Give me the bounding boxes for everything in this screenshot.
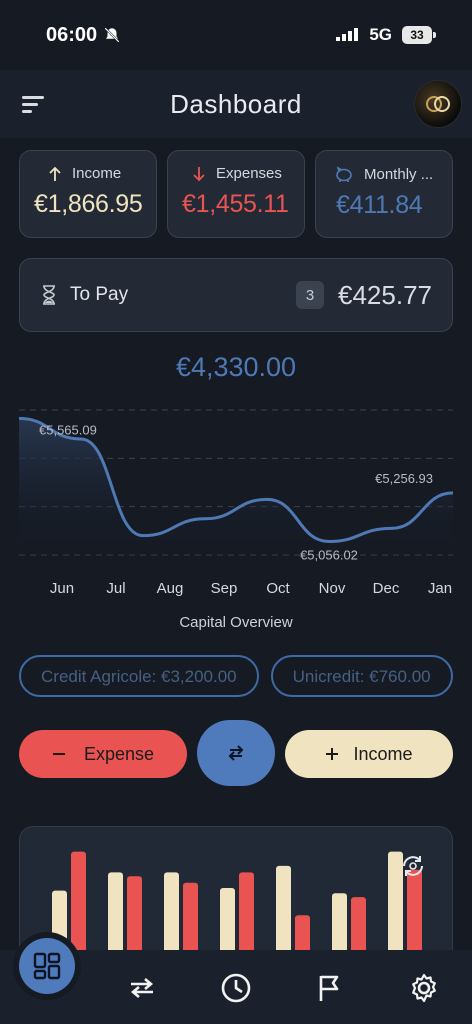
app-header: Dashboard [0, 70, 472, 138]
transfer-button[interactable] [197, 720, 275, 786]
add-expense-button[interactable]: Expense [19, 730, 187, 778]
arrow-down-icon [193, 166, 205, 181]
page-title: Dashboard [170, 88, 302, 119]
income-card-header: Income [34, 165, 144, 182]
chart-data-label: €5,256.93 [375, 471, 433, 486]
nav-dashboard-button[interactable] [19, 938, 75, 994]
chart-data-label: €5,565.09 [39, 422, 97, 437]
gear-icon [412, 973, 436, 1003]
chart-x-tick-label: Nov [319, 580, 346, 597]
arrow-up-icon [49, 166, 61, 181]
minus-icon [52, 753, 65, 755]
capital-total: €4,330.00 [175, 352, 297, 382]
monthly-card-header: Monthly ... [330, 165, 440, 183]
chart-x-tick-label: Sep [211, 580, 238, 597]
refresh-icon[interactable] [400, 853, 426, 879]
monthly-value: €411.84 [336, 191, 423, 219]
avatar-image-icon [426, 96, 450, 112]
expenses-card[interactable]: Expenses €1,455.11 [167, 150, 305, 238]
chart-x-tick-label: Aug [157, 580, 184, 597]
nav-goals[interactable] [310, 968, 350, 1008]
expenses-label: Expenses [216, 165, 282, 182]
expense-button-label: Expense [83, 743, 155, 764]
avatar[interactable] [414, 80, 462, 128]
capital-caption: Capital Overview [179, 614, 293, 631]
action-row: Expense Income [19, 720, 453, 786]
nav-history[interactable] [216, 968, 256, 1008]
income-button-label: Income [353, 743, 413, 764]
to-pay-count-badge: 3 [296, 281, 325, 309]
account-chip[interactable]: Unicredit: €760.00 [270, 655, 453, 697]
status-time: 06:00 [46, 23, 98, 46]
income-label: Income [72, 165, 122, 182]
chart-x-tick-label: Oct [266, 580, 290, 597]
chart-x-tick-label: Jan [428, 580, 452, 597]
account-chip[interactable]: Credit Agricole: €3,200.00 [19, 655, 259, 697]
chart-x-tick-label: Dec [373, 580, 400, 597]
to-pay-label: To Pay [70, 284, 129, 305]
status-indicators: 5G 33 [335, 25, 436, 45]
monthly-label: Monthly ... [364, 165, 434, 183]
expenses-value: €1,455.11 [182, 190, 289, 218]
monthly-card[interactable]: Monthly ... €411.84 [315, 150, 453, 238]
accounts-row[interactable]: Credit Agricole: €3,200.00 Unicredit: €76… [19, 655, 472, 699]
menu-icon[interactable] [22, 96, 46, 114]
nav-transactions[interactable] [122, 968, 162, 1008]
add-income-button[interactable]: Income [285, 730, 453, 778]
chart-x-tick-label: Jul [106, 580, 125, 597]
battery-icon: 33 [402, 26, 436, 44]
chart-x-tick-label: Jun [50, 580, 74, 597]
nav-settings[interactable] [404, 968, 444, 1008]
chart-data-label: €5,056.02 [300, 547, 358, 562]
status-time-group: 06:00 [46, 24, 121, 47]
plus-icon [326, 748, 339, 760]
capital-line-chart[interactable]: €5,565.09 €5,056.02 €5,256.93 Jun Jul Aug Sep O… [0, 400, 472, 605]
status-bar: 06:00 5G 33 [0, 0, 472, 70]
expenses-card-header: Expenses [182, 165, 292, 182]
signal-icon [336, 28, 359, 41]
income-value: €1,866.95 [34, 190, 143, 218]
income-card[interactable]: Income €1,866.95 [19, 150, 157, 238]
network-label: 5G [369, 25, 392, 44]
mute-bell-icon [104, 27, 120, 43]
clock-icon [221, 973, 251, 1003]
battery-level: 33 [410, 28, 424, 42]
transfer-arrows-icon [228, 745, 244, 761]
dashboard-grid-icon [33, 952, 61, 980]
transfer-icon [130, 978, 154, 998]
flag-icon [319, 975, 339, 1001]
to-pay-card[interactable]: To Pay 3 €425.77 [19, 258, 453, 332]
to-pay-amount: €425.77 [338, 279, 432, 310]
hourglass-icon [43, 285, 55, 305]
piggy-bank-icon [336, 166, 352, 182]
